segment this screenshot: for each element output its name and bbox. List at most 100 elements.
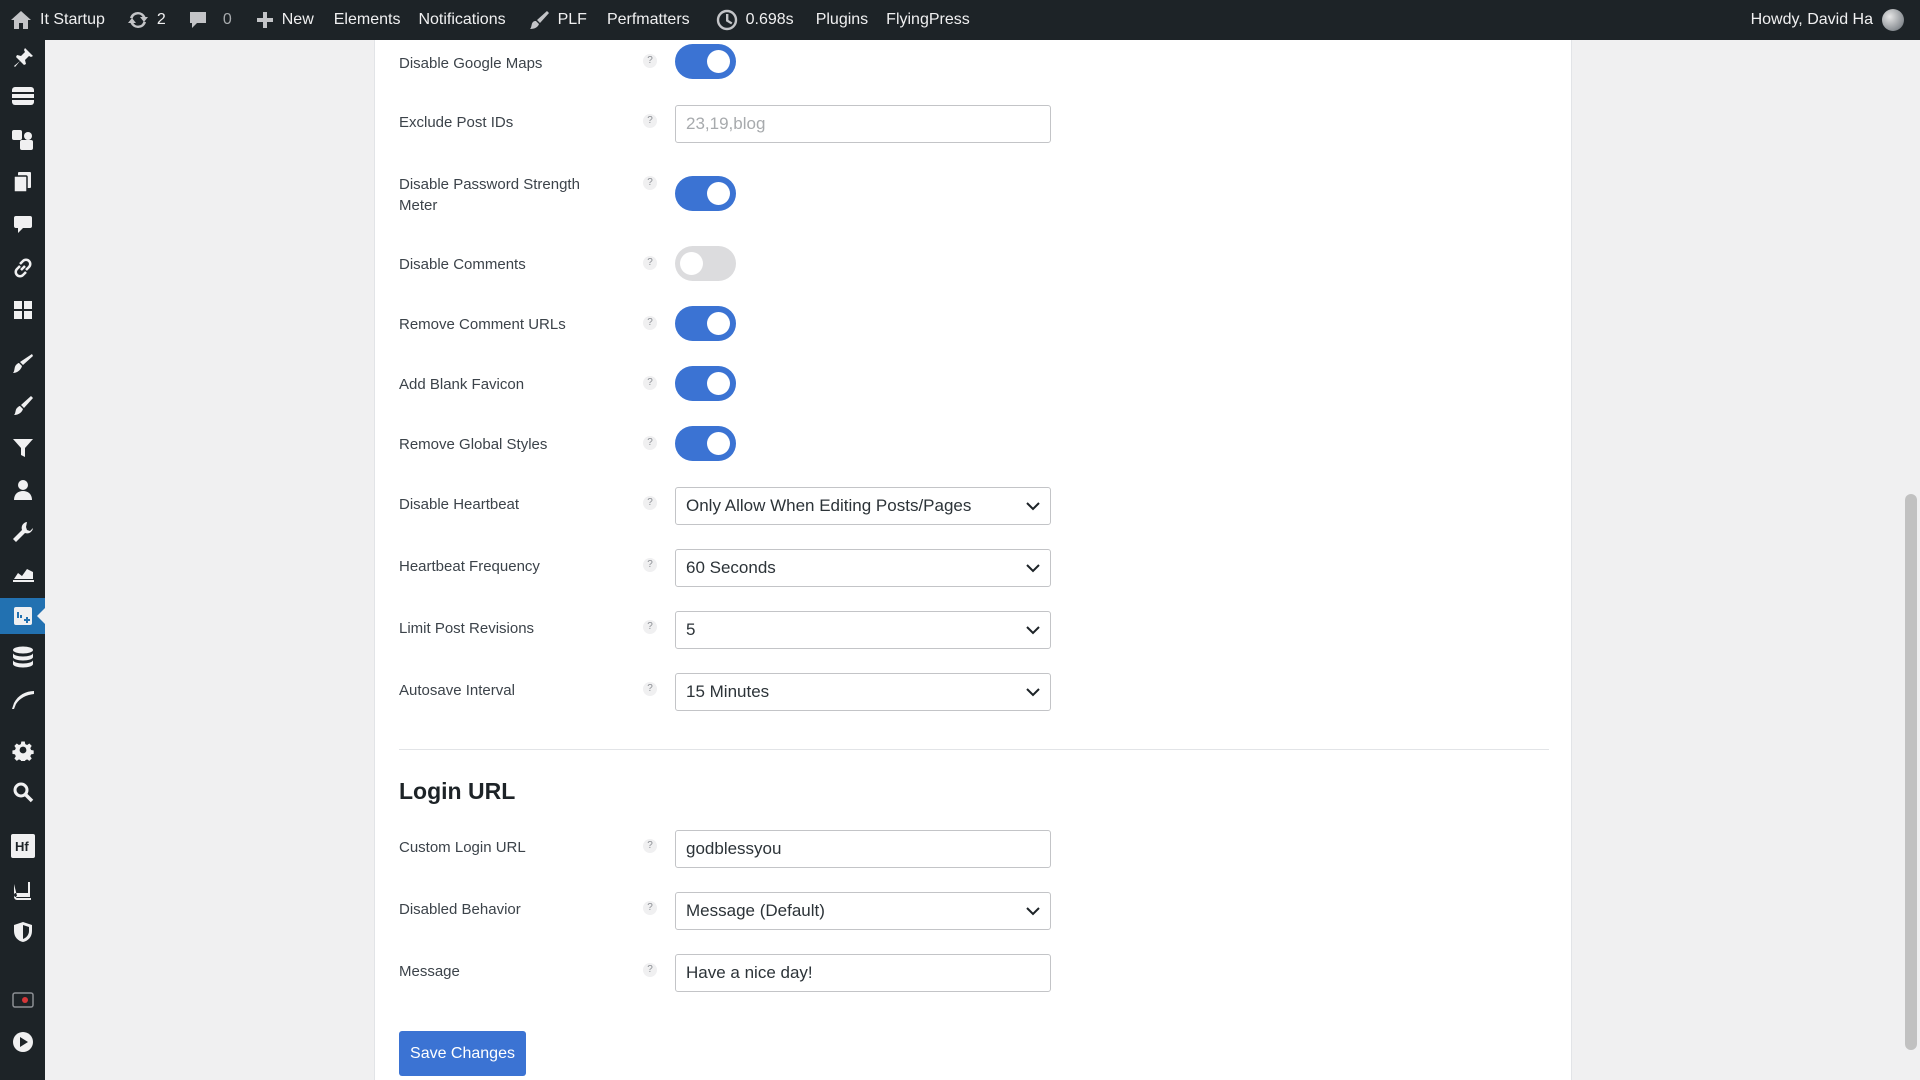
- select-value: Message (Default): [686, 901, 825, 920]
- message-input[interactable]: Have a nice day!: [675, 954, 1051, 992]
- site-name-link[interactable]: It Startup: [0, 0, 113, 40]
- help-icon[interactable]: ?: [643, 316, 657, 330]
- updates-link[interactable]: 2: [119, 0, 174, 40]
- remove-global-styles-toggle[interactable]: [675, 426, 736, 461]
- remove-comment-urls-toggle[interactable]: [675, 306, 736, 341]
- tools-icon[interactable]: [0, 514, 45, 550]
- shield-icon[interactable]: [0, 914, 45, 950]
- plf-link[interactable]: PLF: [520, 0, 595, 40]
- comments-icon: [188, 10, 208, 30]
- record-icon[interactable]: [0, 982, 45, 1018]
- select-value: 5: [686, 620, 696, 639]
- settings-panel: Disable Google Maps ? Exclude Post IDs ?…: [374, 40, 1572, 1080]
- search-icon[interactable]: [0, 774, 45, 810]
- toggle-knob: [707, 432, 730, 455]
- disable-comments-toggle[interactable]: [675, 246, 736, 281]
- help-icon[interactable]: ?: [643, 176, 657, 190]
- chevron-down-icon: [1026, 564, 1040, 573]
- help-icon[interactable]: ?: [643, 620, 657, 634]
- help-icon[interactable]: ?: [643, 256, 657, 270]
- disabled-behavior-label: Disabled Behavior: [399, 901, 521, 918]
- add-blank-favicon-toggle[interactable]: [675, 366, 736, 401]
- help-icon[interactable]: ?: [643, 54, 657, 68]
- clock-icon: [716, 9, 738, 31]
- limit-post-revisions-label: Limit Post Revisions: [399, 620, 535, 637]
- brush-icon: [528, 10, 550, 30]
- book-icon[interactable]: [0, 872, 45, 908]
- exclude-post-ids-input[interactable]: 23,19,blog: [675, 105, 1051, 143]
- links-icon[interactable]: [0, 250, 45, 286]
- feather-icon[interactable]: [0, 682, 45, 718]
- media-icon[interactable]: [0, 122, 45, 158]
- help-icon[interactable]: ?: [643, 839, 657, 853]
- play-icon[interactable]: [0, 1024, 45, 1060]
- notifications-link[interactable]: Notifications: [410, 0, 513, 40]
- pages-icon[interactable]: [0, 164, 45, 200]
- disabled-behavior-select[interactable]: Message (Default): [675, 892, 1051, 930]
- filter-icon[interactable]: [0, 430, 45, 466]
- save-changes-button[interactable]: Save Changes: [399, 1031, 526, 1076]
- select-value: Only Allow When Editing Posts/Pages: [686, 496, 972, 515]
- help-icon[interactable]: ?: [643, 558, 657, 572]
- plugins-icon[interactable]: [0, 388, 45, 424]
- heartbeat-frequency-select[interactable]: 60 Seconds: [675, 549, 1051, 587]
- add-blank-favicon-label: Add Blank Favicon: [399, 376, 525, 393]
- flyingpress-link[interactable]: FlyingPress: [878, 0, 978, 40]
- plugins-link[interactable]: Plugins: [808, 0, 876, 40]
- query-timer[interactable]: 0.698s: [708, 0, 802, 40]
- remove-comment-urls-label: Remove Comment URLs: [399, 316, 566, 333]
- users-icon[interactable]: [0, 472, 45, 508]
- home-icon: [10, 10, 32, 30]
- perfmatters-link[interactable]: Perfmatters: [599, 0, 698, 40]
- perfmatters-icon[interactable]: [0, 598, 45, 634]
- elements-link[interactable]: Elements: [326, 0, 409, 40]
- updates-icon: [127, 10, 149, 30]
- avatar: [1882, 9, 1904, 31]
- custom-login-url-input[interactable]: godblessyou: [675, 830, 1051, 868]
- help-icon[interactable]: ?: [643, 682, 657, 696]
- disable-comments-label: Disable Comments: [399, 256, 526, 273]
- autosave-interval-select[interactable]: 15 Minutes: [675, 673, 1051, 711]
- comments-menu-icon[interactable]: [0, 206, 45, 242]
- settings-icon[interactable]: [0, 732, 45, 768]
- admin-sidebar: Hf: [0, 40, 45, 1080]
- toggle-knob: [707, 50, 730, 73]
- dashboard-icon[interactable]: [0, 78, 45, 114]
- appearance-icon[interactable]: [0, 346, 45, 382]
- my-account[interactable]: Howdy, David Ha: [1751, 0, 1920, 40]
- login-url-heading: Login URL: [399, 778, 516, 804]
- select-value: 15 Minutes: [686, 682, 770, 701]
- help-icon[interactable]: ?: [643, 496, 657, 510]
- limit-post-revisions-select[interactable]: 5: [675, 611, 1051, 649]
- heartbeat-frequency-label: Heartbeat Frequency: [399, 558, 540, 575]
- updates-count: 2: [156, 11, 166, 28]
- remove-global-styles-label: Remove Global Styles: [399, 436, 548, 453]
- help-icon[interactable]: ?: [643, 376, 657, 390]
- help-icon[interactable]: ?: [643, 114, 657, 128]
- help-icon[interactable]: ?: [643, 436, 657, 450]
- comments-link[interactable]: 0: [180, 0, 240, 40]
- site-name-label: It Startup: [40, 11, 105, 28]
- comments-count: 0: [222, 11, 232, 28]
- admin-bar: It Startup 2 0 New Elements Notification…: [0, 0, 1920, 40]
- blocks-icon[interactable]: [0, 292, 45, 328]
- disable-password-meter-toggle[interactable]: [675, 176, 736, 211]
- help-icon[interactable]: ?: [643, 901, 657, 915]
- page-scrollbar[interactable]: [1902, 40, 1920, 1080]
- pin-icon[interactable]: [0, 40, 45, 76]
- hf-icon[interactable]: Hf: [0, 828, 45, 864]
- timer-label: 0.698s: [745, 11, 794, 28]
- chevron-down-icon: [1026, 688, 1040, 697]
- disable-heartbeat-select[interactable]: Only Allow When Editing Posts/Pages: [675, 487, 1051, 525]
- new-content-link[interactable]: New: [248, 0, 322, 40]
- help-icon[interactable]: ?: [643, 963, 657, 977]
- section-divider: [399, 749, 1549, 750]
- disable-google-maps-toggle[interactable]: [675, 44, 736, 79]
- database-icon[interactable]: [0, 640, 45, 676]
- chart-icon[interactable]: [0, 556, 45, 592]
- plus-icon: [256, 11, 274, 29]
- disable-google-maps-label: Disable Google Maps: [399, 55, 543, 72]
- toggle-knob: [707, 372, 730, 395]
- scrollbar-thumb[interactable]: [1905, 494, 1917, 1050]
- chevron-down-icon: [1026, 502, 1040, 511]
